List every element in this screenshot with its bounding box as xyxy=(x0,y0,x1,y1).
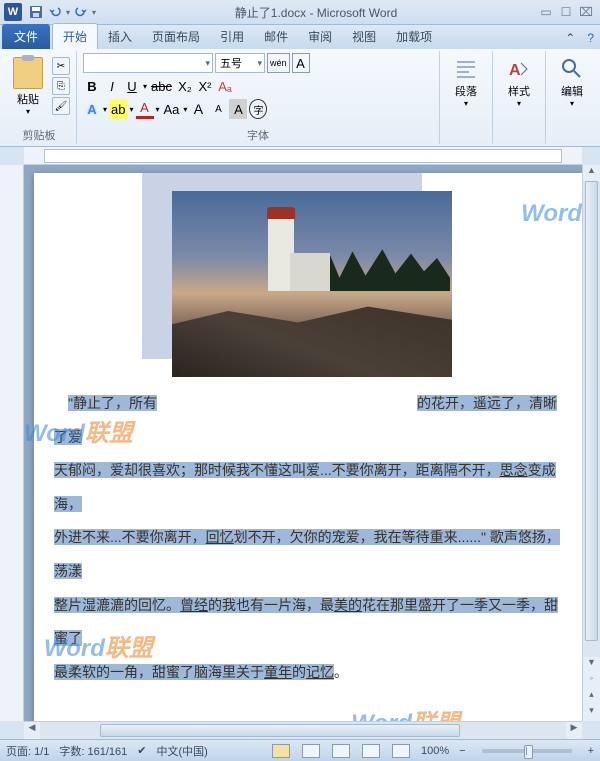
clipboard-icon xyxy=(13,57,43,89)
underline-button[interactable]: U xyxy=(123,76,141,96)
prev-page-icon[interactable]: ▴ xyxy=(583,689,600,705)
title-bar: W ▾ ▾ 静止了1.docx - Microsoft Word ▭ ☐ ⌧ xyxy=(0,0,600,25)
status-zoom-value[interactable]: 100% xyxy=(421,745,449,757)
svg-text:A: A xyxy=(509,62,521,79)
redo-icon[interactable] xyxy=(72,4,88,20)
view-print-layout[interactable] xyxy=(272,744,290,758)
zoom-out-button[interactable]: − xyxy=(459,745,465,757)
status-proofing-icon[interactable]: ✔ xyxy=(137,744,146,757)
char-border-button[interactable]: A xyxy=(292,53,310,73)
bold-button[interactable]: B xyxy=(83,76,101,96)
ribbon-tabs: 文件 开始 插入 页面布局 引用 邮件 审阅 视图 加载项 ⌃ ? xyxy=(0,25,600,49)
qat-undo-dropdown[interactable]: ▾ xyxy=(66,8,70,17)
horizontal-ruler[interactable] xyxy=(24,147,582,165)
char-shading-button[interactable]: A xyxy=(229,99,247,119)
horizontal-scrollbar[interactable]: ◀ ▶ xyxy=(24,721,582,739)
find-icon xyxy=(560,57,584,81)
paragraph-button[interactable]: 段落 ▾ xyxy=(446,53,486,108)
zoom-in-button[interactable]: + xyxy=(588,745,594,757)
editing-button[interactable]: 编辑 ▾ xyxy=(552,53,592,108)
phonetic-guide-button[interactable]: wén xyxy=(267,53,290,73)
watermark: Word联盟 xyxy=(351,703,460,721)
tab-addins[interactable]: 加载项 xyxy=(386,24,442,49)
grow-font-button[interactable]: A xyxy=(189,99,207,119)
scroll-up-icon[interactable]: ▲ xyxy=(583,165,600,181)
document-viewport[interactable]: "静止了，所有的花开，遥远了，清晰了爱 天郁闷，爱却很喜欢；那时候我不懂这叫爱.… xyxy=(24,165,582,721)
group-editing: 编辑 ▾ xyxy=(546,51,598,144)
window-title: 静止了1.docx - Microsoft Word xyxy=(96,4,536,21)
clear-format-button[interactable]: Aₐ xyxy=(216,76,234,96)
tab-layout[interactable]: 页面布局 xyxy=(142,24,210,49)
enclose-char-button[interactable]: 字 xyxy=(249,99,267,119)
maximize-button[interactable]: ☐ xyxy=(556,5,576,19)
paste-button[interactable]: 粘贴 ▾ xyxy=(8,53,48,116)
minimize-button[interactable]: ▭ xyxy=(536,5,556,19)
highlight-button[interactable]: ab xyxy=(109,99,127,119)
change-case-button[interactable]: Aa xyxy=(162,99,182,119)
tab-view[interactable]: 视图 xyxy=(342,24,386,49)
ribbon: 粘贴 ▾ ✂ ⎘ 🖌 剪贴板 五号 wén A B I U ▾ abc X₂ X… xyxy=(0,49,600,147)
scroll-left-icon[interactable]: ◀ xyxy=(24,722,40,739)
document-area: "静止了，所有的花开，遥远了，清晰了爱 天郁闷，爱却很喜欢；那时候我不懂这叫爱.… xyxy=(0,165,600,721)
scroll-right-icon[interactable]: ▶ xyxy=(566,722,582,739)
browse-object-icon[interactable]: ◦ xyxy=(583,673,600,689)
view-outline[interactable] xyxy=(362,744,380,758)
next-page-icon[interactable]: ▾ xyxy=(583,705,600,721)
subscript-button[interactable]: X₂ xyxy=(176,76,194,96)
superscript-button[interactable]: X² xyxy=(196,76,214,96)
vscroll-thumb[interactable] xyxy=(585,181,598,641)
status-bar: 页面: 1/1 字数: 161/161 ✔ 中文(中国) 100% − + xyxy=(0,739,600,761)
scroll-down-icon[interactable]: ▼ xyxy=(583,657,600,673)
strikethrough-button[interactable]: abc xyxy=(149,76,174,96)
hscroll-thumb[interactable] xyxy=(100,724,460,737)
tab-insert[interactable]: 插入 xyxy=(98,24,142,49)
help-button[interactable]: ? xyxy=(581,27,600,49)
vertical-ruler[interactable] xyxy=(0,165,24,721)
document-image-lighthouse[interactable] xyxy=(172,191,452,377)
shrink-font-button[interactable]: A xyxy=(209,99,227,119)
group-font: 五号 wén A B I U ▾ abc X₂ X² Aₐ A ▾ ab ▾ A… xyxy=(77,51,440,144)
paragraph-icon xyxy=(454,57,478,81)
tab-references[interactable]: 引用 xyxy=(210,24,254,49)
tab-mailings[interactable]: 邮件 xyxy=(254,24,298,49)
status-page[interactable]: 页面: 1/1 xyxy=(6,743,49,759)
status-language[interactable]: 中文(中国) xyxy=(157,743,208,759)
save-icon[interactable] xyxy=(28,4,44,20)
close-button[interactable]: ⌧ xyxy=(576,5,596,19)
ribbon-minimize[interactable]: ⌃ xyxy=(559,27,581,49)
undo-icon[interactable] xyxy=(48,4,64,20)
italic-button[interactable]: I xyxy=(103,76,121,96)
font-name-combo[interactable] xyxy=(83,53,213,73)
page[interactable]: "静止了，所有的花开，遥远了，清晰了爱 天郁闷，爱却很喜欢；那时候我不懂这叫爱.… xyxy=(34,173,582,721)
vertical-scrollbar[interactable]: ▲ ▼ ◦ ▴ ▾ xyxy=(582,165,600,721)
view-draft[interactable] xyxy=(392,744,410,758)
font-size-combo[interactable]: 五号 xyxy=(215,53,265,73)
group-styles: A 样式 ▾ xyxy=(493,51,546,144)
group-clipboard: 粘贴 ▾ ✂ ⎘ 🖌 剪贴板 xyxy=(2,51,77,144)
styles-button[interactable]: A 样式 ▾ xyxy=(499,53,539,108)
view-web-layout[interactable] xyxy=(332,744,350,758)
font-color-button[interactable]: A xyxy=(136,99,154,119)
watermark: Word联盟 xyxy=(521,193,582,228)
styles-icon: A xyxy=(507,57,531,81)
tab-home[interactable]: 开始 xyxy=(52,23,98,49)
text-effects-button[interactable]: A xyxy=(83,99,101,119)
zoom-slider[interactable] xyxy=(482,749,572,753)
group-paragraph: 段落 ▾ xyxy=(440,51,493,144)
tab-review[interactable]: 审阅 xyxy=(298,24,342,49)
status-word-count[interactable]: 字数: 161/161 xyxy=(59,743,127,759)
view-full-screen[interactable] xyxy=(302,744,320,758)
cut-button[interactable]: ✂ xyxy=(52,57,70,75)
tab-file[interactable]: 文件 xyxy=(2,24,50,49)
document-body-text[interactable]: "静止了，所有的花开，遥远了，清晰了爱 天郁闷，爱却很喜欢；那时候我不懂这叫爱.… xyxy=(54,387,570,689)
word-app-icon: W xyxy=(4,3,22,21)
format-painter-button[interactable]: 🖌 xyxy=(52,97,70,115)
copy-button[interactable]: ⎘ xyxy=(52,77,70,95)
